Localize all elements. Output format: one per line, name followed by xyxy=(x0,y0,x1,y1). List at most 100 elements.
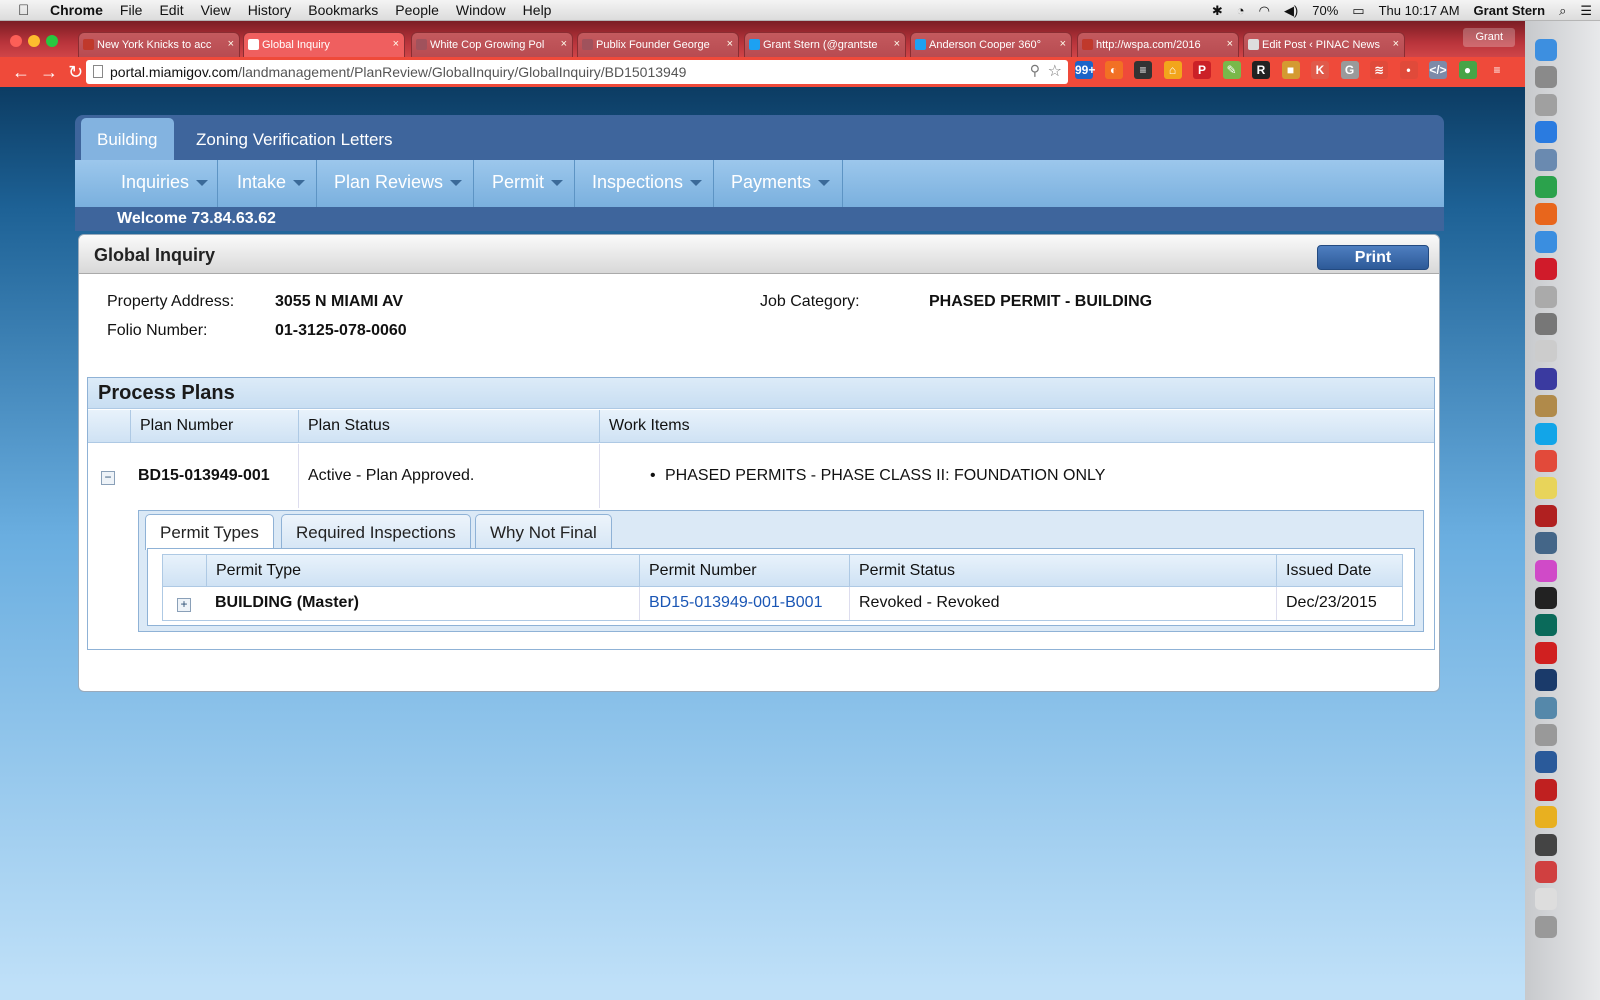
extension-icon[interactable]: • xyxy=(1399,61,1418,79)
spotlight-icon[interactable]: ⌕ xyxy=(1559,3,1566,19)
menu-history[interactable]: History xyxy=(248,2,292,18)
acrobat-icon[interactable] xyxy=(1535,641,1557,664)
extension-icon[interactable]: ≡ xyxy=(1134,61,1152,79)
launchpad-icon[interactable] xyxy=(1535,285,1557,308)
close-tab-icon[interactable]: × xyxy=(1393,38,1399,50)
photoshop-icon[interactable] xyxy=(1535,669,1557,692)
calendar-icon[interactable] xyxy=(1535,450,1557,472)
keychain-icon[interactable] xyxy=(1535,724,1557,746)
chrome-icon[interactable] xyxy=(1535,176,1557,198)
browser-tab[interactable]: White Cop Growing Pol × xyxy=(411,32,573,57)
extension-icon[interactable]: ≡ xyxy=(1488,61,1506,79)
page-info-icon[interactable] xyxy=(93,65,103,78)
tab-building[interactable]: Building xyxy=(81,118,174,160)
textedit-icon[interactable] xyxy=(1535,340,1557,363)
menu-people[interactable]: People xyxy=(395,2,439,18)
menu-payments[interactable]: Payments xyxy=(731,160,843,207)
menubar-clock[interactable]: Thu 10:17 AM xyxy=(1379,3,1460,18)
bluetooth-icon[interactable]: ✱ xyxy=(1212,3,1223,19)
document-icon[interactable] xyxy=(1535,888,1557,911)
skype-icon[interactable] xyxy=(1535,422,1557,445)
finder-icon[interactable] xyxy=(1535,39,1557,61)
extension-icon[interactable]: P xyxy=(1193,61,1211,79)
extension-icon[interactable]: ✎ xyxy=(1222,61,1241,79)
wifi-icon[interactable]: ◠ xyxy=(1259,3,1270,19)
browser-tab[interactable]: Anderson Cooper 360° × xyxy=(910,32,1072,57)
extension-icon[interactable]: G xyxy=(1340,61,1359,79)
rocket-icon[interactable] xyxy=(1535,66,1557,89)
extension-icon[interactable]: ⌂ xyxy=(1163,61,1182,79)
app-store-icon[interactable] xyxy=(1535,121,1557,144)
star-icon[interactable] xyxy=(1535,367,1557,390)
close-tab-icon[interactable]: × xyxy=(1060,38,1066,50)
apple-icon[interactable]:  xyxy=(18,2,36,19)
browser-tab[interactable]: New York Knicks to acc × xyxy=(78,32,240,57)
firefox-icon[interactable] xyxy=(1535,203,1557,226)
browser-tab[interactable]: Grant Stern (@grantste × xyxy=(744,32,906,57)
browser-tab[interactable]: Edit Post ‹ PINAC News × xyxy=(1243,32,1405,57)
tab-zoning-verification-letters[interactable]: Zoning Verification Letters xyxy=(180,118,409,160)
collapse-icon[interactable]: − xyxy=(101,471,115,485)
menu-help[interactable]: Help xyxy=(523,2,552,18)
close-tab-icon[interactable]: × xyxy=(561,38,567,50)
back-icon[interactable]: ← xyxy=(12,62,30,83)
extension-icon[interactable]: ◐ xyxy=(1104,61,1123,79)
reload-icon[interactable]: ↻ xyxy=(68,62,84,83)
zoom-window-icon[interactable] xyxy=(46,35,58,47)
extension-icon[interactable]: </> xyxy=(1429,61,1447,79)
photo-icon[interactable] xyxy=(1535,313,1557,335)
bookmark-star-icon[interactable]: ☆ xyxy=(1048,61,1062,81)
close-tab-icon[interactable]: × xyxy=(393,38,399,50)
browser-tab[interactable]: http://wspa.com/2016 × xyxy=(1077,32,1239,57)
volume-icon[interactable]: ◀) xyxy=(1284,3,1298,19)
menu-inspections[interactable]: Inspections xyxy=(592,160,714,207)
screen-icon[interactable] xyxy=(1535,861,1557,883)
zoom-icon[interactable]: ⚲ xyxy=(1030,62,1040,79)
terminal-icon[interactable] xyxy=(1535,587,1557,609)
quicktime-icon[interactable] xyxy=(1535,751,1557,774)
extension-icon[interactable]: ■ xyxy=(1281,61,1300,79)
menu-file[interactable]: File xyxy=(120,2,143,18)
ring-icon[interactable] xyxy=(1535,806,1557,829)
browser-tab[interactable]: Global Inquiry × xyxy=(243,32,405,57)
address-bar[interactable]: portal.miamigov.com/landmanagement/PlanR… xyxy=(86,60,1068,84)
image-capture-icon[interactable] xyxy=(1535,532,1557,555)
close-tab-icon[interactable]: × xyxy=(1227,38,1233,50)
close-tab-icon[interactable]: × xyxy=(727,38,733,50)
preview-icon[interactable] xyxy=(1535,148,1557,171)
safari-icon[interactable] xyxy=(1535,230,1557,253)
browser-tab[interactable]: Publix Founder George × xyxy=(577,32,739,57)
extension-icon[interactable]: 99+ xyxy=(1075,61,1095,79)
itunes-icon[interactable] xyxy=(1535,559,1557,582)
minimize-window-icon[interactable] xyxy=(28,35,40,47)
trash-icon[interactable] xyxy=(1535,915,1557,938)
photo-booth-icon[interactable] xyxy=(1535,504,1557,527)
menu-permit[interactable]: Permit xyxy=(492,160,575,207)
menu-plan-reviews[interactable]: Plan Reviews xyxy=(334,160,474,207)
menu-app-name[interactable]: Chrome xyxy=(50,2,103,18)
tab-permit-types[interactable]: Permit Types xyxy=(145,514,274,550)
battery-icon[interactable]: ▭ xyxy=(1352,3,1364,19)
extension-icon[interactable]: ● xyxy=(1458,61,1477,79)
notification-center-icon[interactable]: ☰ xyxy=(1580,3,1592,19)
menu-edit[interactable]: Edit xyxy=(159,2,183,18)
menu-intake[interactable]: Intake xyxy=(237,160,317,207)
download-icon[interactable] xyxy=(1535,778,1557,801)
calculator-icon[interactable] xyxy=(1535,93,1557,116)
extension-icon[interactable]: R xyxy=(1252,61,1270,79)
extension-icon[interactable]: ≋ xyxy=(1370,61,1388,79)
menu-inquiries[interactable]: Inquiries xyxy=(121,160,218,207)
close-tab-icon[interactable]: × xyxy=(228,38,234,50)
contacts-icon[interactable] xyxy=(1535,395,1557,418)
forward-icon[interactable]: → xyxy=(40,62,58,83)
close-tab-icon[interactable]: × xyxy=(894,38,900,50)
menu-window[interactable]: Window xyxy=(456,2,506,18)
audition-icon[interactable] xyxy=(1535,614,1557,637)
time-machine-icon[interactable]: ◔ xyxy=(1237,3,1245,18)
opera-icon[interactable] xyxy=(1535,258,1557,281)
menubar-user[interactable]: Grant Stern xyxy=(1474,3,1546,18)
tab-why-not-final[interactable]: Why Not Final xyxy=(475,514,612,549)
profile-button[interactable]: Grant xyxy=(1463,28,1515,47)
drive-icon[interactable] xyxy=(1535,833,1557,856)
expand-icon[interactable]: + xyxy=(177,598,191,612)
